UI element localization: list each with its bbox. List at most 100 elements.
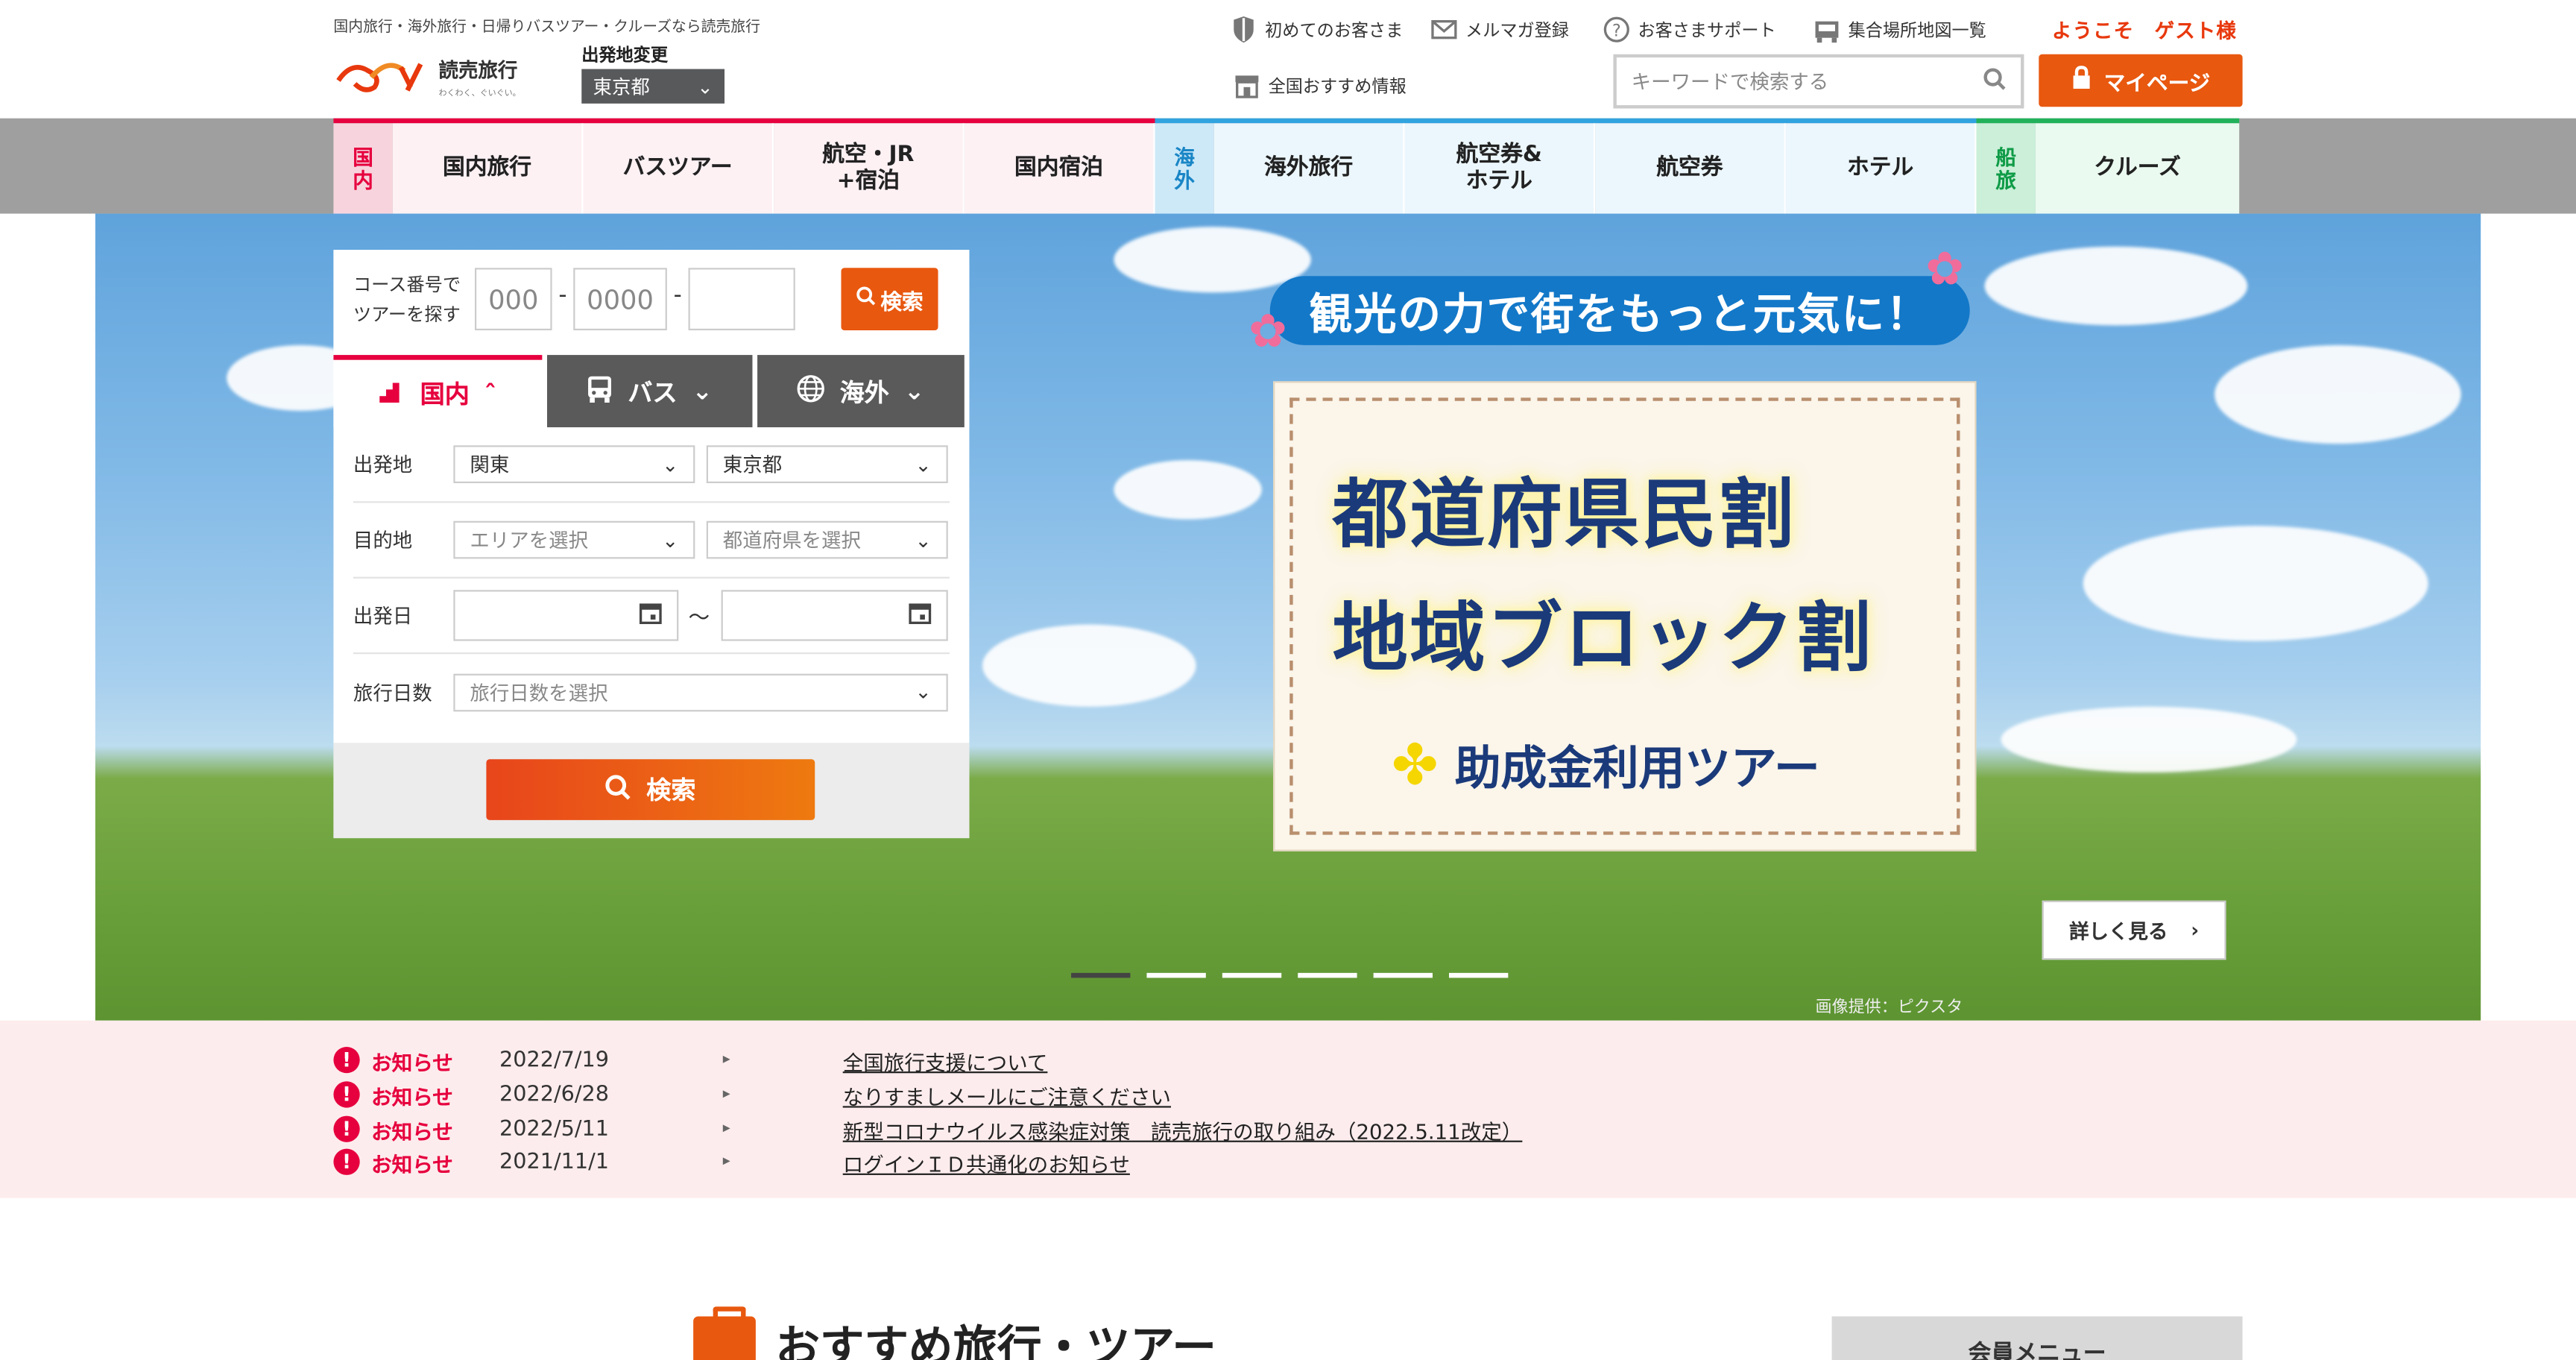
- search-icon: [856, 286, 876, 312]
- nav-item-label: クルーズ: [2094, 154, 2181, 180]
- nav-item-label: 国内旅行: [443, 154, 532, 180]
- course-number-input-1[interactable]: 000: [474, 268, 552, 331]
- origin-label: 出発地: [353, 453, 413, 477]
- nav-tag-cruise: 船旅: [1976, 123, 2036, 214]
- date-from-input[interactable]: [453, 590, 679, 641]
- select-value: 関東: [470, 453, 510, 477]
- cloud-decoration: [1114, 227, 1311, 293]
- nav-item-bus-tour[interactable]: バスツアー: [583, 123, 774, 214]
- arrow-right-icon: ▸: [722, 1153, 730, 1171]
- image-credit: 画像提供：ピクスタ: [1815, 999, 1963, 1018]
- nav-item-air-ticket[interactable]: 航空券: [1595, 123, 1786, 214]
- tab-label: 海外: [839, 377, 889, 407]
- course-search-button[interactable]: 検索: [841, 268, 938, 331]
- search-placeholder: キーワードで検索する: [1631, 70, 1829, 94]
- util-link-newsletter[interactable]: メルマガ登録: [1431, 16, 1569, 42]
- keyword-search-input[interactable]: キーワードで検索する: [1613, 54, 2024, 109]
- days-label: 旅行日数: [353, 681, 432, 705]
- carousel-dot[interactable]: [1298, 972, 1357, 978]
- site-tagline: 国内旅行・海外旅行・日帰りバスツアー・クルーズなら読売旅行: [333, 19, 760, 37]
- news-link[interactable]: なりすましメールにご注意ください: [843, 1079, 1171, 1110]
- nav-item-domestic-travel[interactable]: 国内旅行: [392, 123, 584, 214]
- carousel-dot[interactable]: [1222, 972, 1282, 978]
- site-logo[interactable]: 読売旅行 わくわく、ぐいぐい。: [335, 51, 543, 100]
- days-row: 旅行日数 旅行日数を選択 ⌄: [353, 654, 950, 729]
- date-separator: 〜: [688, 606, 710, 632]
- nav-item-overseas-travel[interactable]: 海外旅行: [1213, 123, 1405, 214]
- news-link[interactable]: ログインＩＤ共通化のお知らせ: [843, 1146, 1130, 1177]
- tab-bus[interactable]: バス ⌄: [546, 355, 753, 428]
- nav-item-domestic-hotel[interactable]: 国内宿泊: [964, 123, 1155, 214]
- chevron-right-icon: ›: [2191, 919, 2200, 942]
- hero-card-sub: ✤ 助成金利用ツアー: [1392, 733, 1820, 799]
- mypage-button[interactable]: マイページ: [2039, 54, 2243, 107]
- global-nav: 国内 国内旅行 バスツアー 航空・JR +宿泊 国内宿泊 海外 海外旅行 航空券…: [0, 118, 2576, 214]
- nav-item-label: 航空・JR +宿泊: [822, 141, 915, 193]
- carousel-dot[interactable]: [1146, 972, 1206, 978]
- destination-pref-select[interactable]: 都道府県を選択 ⌄: [706, 520, 948, 559]
- chevron-down-icon: ⌄: [662, 453, 679, 476]
- course-dash: -: [558, 283, 567, 309]
- util-link-first-time[interactable]: 初めてのお客さま: [1231, 16, 1403, 43]
- select-value: 旅行日数を選択: [470, 681, 608, 705]
- course-number-input-2[interactable]: 0000: [573, 268, 667, 331]
- date-to-input[interactable]: [721, 590, 948, 641]
- arrow-right-icon: ▸: [722, 1086, 730, 1103]
- news-item: ! お知らせ 2022/7/19 ▸ 全国旅行支援について: [333, 1044, 1047, 1077]
- util-link-support[interactable]: ? お客さまサポート: [1603, 16, 1776, 42]
- detail-button-label: 詳しく見る: [2069, 919, 2168, 943]
- carousel-dot[interactable]: [1449, 972, 1509, 978]
- tab-label: 国内: [420, 380, 470, 409]
- site-header: 国内旅行・海外旅行・日帰りバスツアー・クルーズなら読売旅行 読売旅行 わくわく、…: [0, 0, 2576, 119]
- news-link[interactable]: 新型コロナウイルス感染症対策 読売旅行の取り組み（2022.5.11改定）: [843, 1113, 1523, 1145]
- carousel-dots: [1071, 972, 1509, 978]
- course-label-line: ツアーを探す: [353, 303, 461, 325]
- origin-region-select[interactable]: 関東 ⌄: [453, 445, 695, 484]
- nav-item-cruise[interactable]: クルーズ: [2035, 123, 2240, 214]
- news-item: ! お知らせ 2022/5/11 ▸ 新型コロナウイルス感染症対策 読売旅行の取…: [333, 1112, 1522, 1145]
- search-icon[interactable]: [1983, 67, 2006, 95]
- departure-select[interactable]: 東京都 ⌄: [581, 69, 725, 104]
- cloud-decoration: [2001, 706, 2297, 772]
- tour-search-button[interactable]: 検索: [486, 759, 815, 820]
- news-date: 2021/11/1: [499, 1149, 609, 1174]
- shield-icon: [1231, 16, 1257, 43]
- nav-item-label: 航空券: [1656, 154, 1723, 180]
- nav-tag-label: 船旅: [1995, 145, 2016, 192]
- destination-area-select[interactable]: エリアを選択 ⌄: [453, 520, 695, 559]
- util-link-recommend-info[interactable]: 全国おすすめ情報: [1234, 72, 1407, 98]
- origin-row: 出発地 関東 ⌄ 東京都 ⌄: [353, 427, 950, 503]
- tab-overseas[interactable]: 海外 ⌄: [757, 355, 965, 428]
- carousel-dot[interactable]: [1071, 972, 1131, 978]
- nav-item-air-jr-hotel[interactable]: 航空・JR +宿泊: [774, 123, 965, 214]
- date-row: 出発日 〜: [353, 579, 950, 655]
- arrow-right-icon: ▸: [722, 1051, 730, 1068]
- news-date: 2022/7/19: [499, 1048, 609, 1073]
- calendar-icon[interactable]: [909, 602, 932, 629]
- arrow-right-icon: ▸: [722, 1121, 730, 1138]
- nav-item-hotel[interactable]: ホテル: [1785, 123, 1977, 214]
- tour-search-panel: コース番号で ツアーを探す 000 - 0000 - 検索 国内 ˆ バス ⌄: [333, 250, 970, 839]
- calendar-icon[interactable]: [639, 602, 662, 629]
- origin-pref-select[interactable]: 東京都 ⌄: [706, 445, 948, 484]
- tab-domestic[interactable]: 国内 ˆ: [333, 355, 543, 428]
- days-select[interactable]: 旅行日数を選択 ⌄: [453, 673, 948, 711]
- alert-icon: !: [333, 1047, 360, 1074]
- select-value: エリアを選択: [470, 529, 589, 552]
- hero-card: 都道府県民割 地域ブロック割 ✤ 助成金利用ツアー: [1273, 381, 1977, 851]
- news-item: ! お知らせ 2022/6/28 ▸ なりすましメールにご注意ください: [333, 1078, 1171, 1111]
- select-value: 東京都: [722, 453, 783, 477]
- course-number-input-3[interactable]: [688, 268, 795, 331]
- recommend-title: おすすめ旅行・ツアー: [775, 1323, 1216, 1360]
- nav-item-air-hotel[interactable]: 航空券& ホテル: [1404, 123, 1596, 214]
- carousel-dot[interactable]: [1373, 972, 1433, 978]
- course-number-label: コース番号で ツアーを探す: [353, 271, 461, 330]
- util-link-meeting-map[interactable]: 集合場所地図一覧: [1813, 16, 1986, 42]
- hero-card-line1: 都道府県民割: [1332, 470, 1796, 559]
- mypage-label: マイページ: [2103, 71, 2211, 96]
- chevron-down-icon: ⌄: [662, 528, 679, 552]
- hero-detail-button[interactable]: 詳しく見る ›: [2042, 900, 2226, 960]
- news-link[interactable]: 全国旅行支援について: [843, 1045, 1048, 1076]
- nav-tag-overseas: 海外: [1155, 123, 1214, 214]
- destination-label: 目的地: [353, 529, 413, 552]
